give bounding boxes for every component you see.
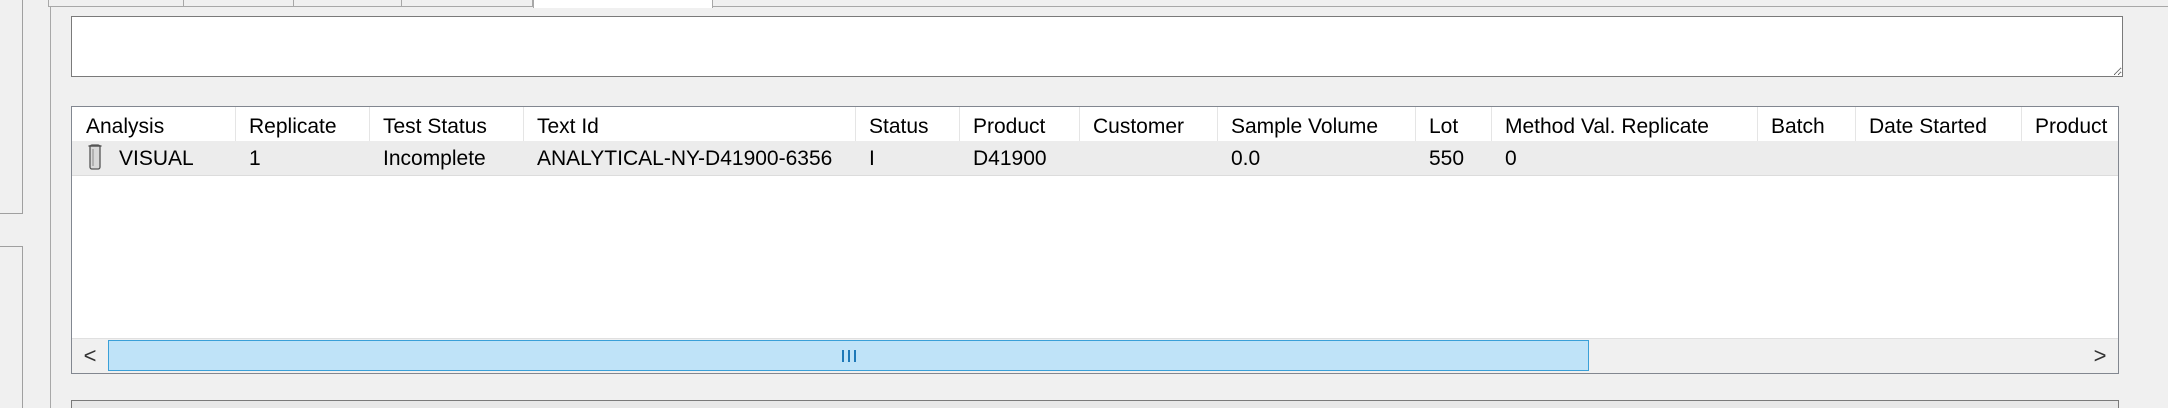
left-panel-top-edge — [0, 0, 23, 214]
column-header-lot[interactable]: Lot — [1416, 107, 1492, 141]
column-header-customer[interactable]: Customer — [1080, 107, 1218, 141]
scroll-right-button[interactable]: > — [2082, 339, 2118, 373]
cell-text-id: ANALYTICAL-NY-D41900-6356 — [537, 147, 833, 170]
cell-sample-volume: 0.0 — [1231, 147, 1261, 170]
cell-test-status: Incomplete — [383, 147, 486, 170]
column-header-sample-volume[interactable]: Sample Volume — [1218, 107, 1416, 141]
cell-method-val-replicate: 0 — [1505, 147, 1517, 170]
column-header-product[interactable]: Product — [960, 107, 1080, 141]
scroll-thumb[interactable] — [108, 340, 1589, 371]
tab-1[interactable] — [48, 0, 185, 7]
grid-header: Analysis Replicate Test Status Text Id S… — [72, 107, 2118, 142]
cell-customer — [1080, 141, 1218, 175]
lower-panel — [71, 400, 2119, 408]
cell-batch — [1758, 141, 1856, 175]
cell-product-2 — [2022, 141, 2118, 175]
tab-4[interactable] — [401, 0, 533, 7]
horizontal-scrollbar[interactable]: < > — [72, 338, 2118, 373]
cell-status: I — [869, 147, 875, 170]
column-header-method-val-replicate[interactable]: Method Val. Replicate — [1492, 107, 1758, 141]
column-header-replicate[interactable]: Replicate — [236, 107, 370, 141]
chevron-right-icon: > — [2093, 343, 2107, 368]
test-tube-icon — [88, 144, 102, 170]
column-header-date-started[interactable]: Date Started — [1856, 107, 2022, 141]
analysis-grid: Analysis Replicate Test Status Text Id S… — [71, 106, 2119, 374]
left-panel-bottom-edge — [0, 246, 23, 408]
column-header-test-status[interactable]: Test Status — [370, 107, 524, 141]
cell-analysis: VISUAL — [119, 147, 194, 170]
scroll-left-button[interactable]: < — [72, 339, 108, 373]
tab-3[interactable] — [293, 0, 403, 7]
column-header-batch[interactable]: Batch — [1758, 107, 1856, 141]
grip-icon — [841, 349, 856, 362]
analysis-window: Analysis Replicate Test Status Text Id S… — [0, 0, 2168, 408]
cell-lot: 550 — [1429, 147, 1465, 170]
column-header-analysis[interactable]: Analysis — [72, 107, 236, 141]
tab-strip — [48, 0, 2168, 8]
cell-product: D41900 — [973, 147, 1047, 170]
column-header-status[interactable]: Status — [856, 107, 960, 141]
column-header-product-2[interactable]: Product — [2022, 107, 2118, 141]
column-header-text-id[interactable]: Text Id — [524, 107, 856, 141]
cell-date-started — [1856, 141, 2022, 175]
comment-textbox[interactable] — [71, 16, 2123, 77]
chevron-left-icon: < — [83, 343, 97, 368]
table-row[interactable]: VISUAL 1 Incomplete ANALYTICAL-NY-D41900… — [72, 141, 2118, 176]
tab-2[interactable] — [183, 0, 295, 7]
cell-replicate: 1 — [249, 147, 261, 170]
tab-active[interactable] — [533, 0, 713, 8]
